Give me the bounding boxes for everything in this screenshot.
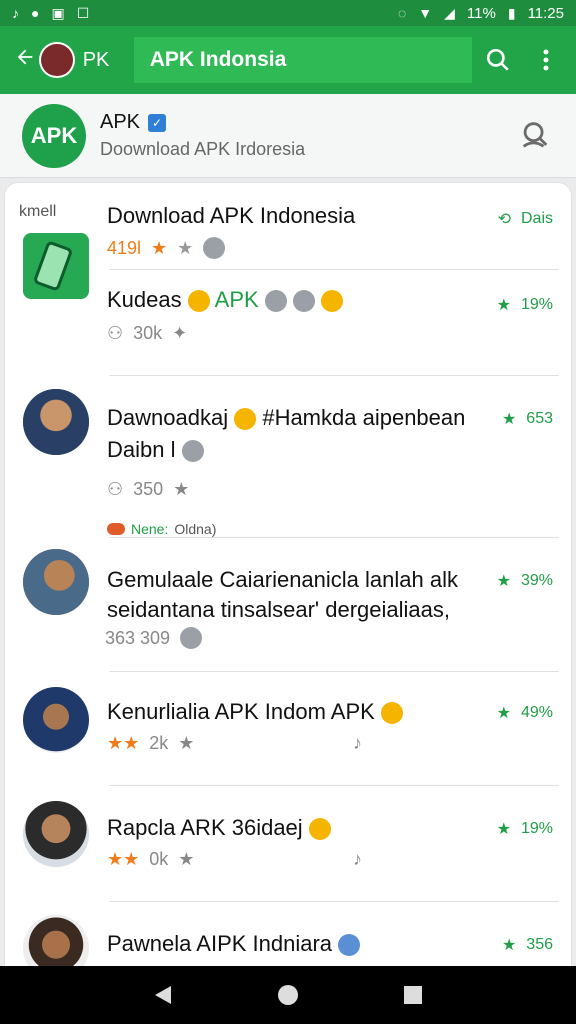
- avatar[interactable]: [23, 549, 89, 615]
- star-icon: ★: [178, 733, 195, 753]
- channel-title: APK: [100, 111, 141, 133]
- emoji-icon: [187, 290, 210, 313]
- group-icon: ⚇: [107, 479, 124, 499]
- star-icon: ★: [177, 237, 194, 258]
- app-thumbnail[interactable]: [23, 233, 89, 299]
- group-icon: ⚇: [107, 323, 124, 343]
- system-nav-bar: [0, 966, 576, 1024]
- search-person-icon[interactable]: [518, 118, 552, 157]
- recents-icon[interactable]: [393, 975, 433, 1015]
- share-icon[interactable]: ♪: [353, 733, 362, 754]
- list-item-stat: ★ 653: [501, 410, 553, 428]
- star-icon: ★: [173, 479, 190, 499]
- list-item-meta: ★★ 0k ★: [107, 849, 195, 869]
- list-item-stat: ★ 39%: [496, 572, 553, 590]
- list-item-stat: ★ 49%: [496, 704, 553, 722]
- save-icon: ⟲: [497, 211, 511, 228]
- star-icon: ★: [151, 237, 168, 258]
- list-item-title[interactable]: Rapcla ARK 36idaej: [107, 815, 331, 841]
- list-item-meta: 363 309: [105, 627, 203, 649]
- avatar[interactable]: [23, 915, 89, 971]
- notification-icon: ●: [31, 5, 40, 21]
- divider: [109, 785, 559, 786]
- rating-value: 419l: [107, 237, 142, 258]
- wifi-icon: ▼: [418, 5, 433, 21]
- results-list: kmell Download APK Indonesia 419l ★ ★ ⟲ …: [4, 182, 572, 972]
- search-icon[interactable]: [478, 39, 519, 81]
- rating-stars: ★★: [107, 849, 140, 869]
- app-short-title: PK: [82, 48, 110, 71]
- emoji-icon: [203, 237, 226, 259]
- avatar[interactable]: [23, 687, 89, 753]
- avatar[interactable]: [23, 389, 89, 455]
- divider: [109, 901, 559, 902]
- channel-header: APK APK ✓ Doownload APK Irdoresia: [0, 94, 576, 178]
- notification-icon: ☐: [76, 5, 90, 21]
- list-item-title[interactable]: Dawnoadkaj #Hamkda aipenbean: [107, 405, 465, 431]
- globe-icon: [180, 627, 203, 649]
- heart-icon: [107, 523, 125, 535]
- emoji-icon: [308, 818, 331, 841]
- battery-percentage: 11%: [466, 4, 496, 22]
- list-item-stat: ★ 19%: [496, 820, 553, 838]
- list-item-stat: ⟲ Dais: [497, 210, 553, 228]
- list-item-title[interactable]: Kenurlialia APK Indom APK: [107, 699, 403, 725]
- profile-avatar[interactable]: [39, 42, 75, 78]
- star-icon: ★: [501, 411, 517, 428]
- app-bar: PK APK Indonsia: [0, 26, 576, 94]
- emoji-icon: [321, 290, 344, 313]
- notification-icon: ▣: [51, 5, 65, 21]
- list-item-title-line2: Daibn l: [107, 437, 204, 463]
- search-field[interactable]: APK Indonsia: [133, 37, 472, 83]
- list-item-title-line2: seidantana tinsalsear' dergeialiaas,: [107, 597, 450, 622]
- status-bar: ♪ ● ▣ ☐ ◌ ▼ ◢ 11% ▮ 11:25: [0, 0, 576, 26]
- list-item-meta: ⚇ 30k ✦: [107, 323, 188, 343]
- divider: [109, 537, 559, 538]
- status-badge: Nene: Oldna): [107, 521, 216, 537]
- channel-subtitle: Doownload APK Irdoresia: [100, 139, 306, 159]
- list-item-meta: ★★ 2k ★: [107, 733, 195, 753]
- star-icon: ★: [496, 297, 511, 314]
- search-text: APK Indonsia: [149, 48, 287, 71]
- star-icon: ★: [496, 573, 511, 590]
- battery-icon: ▮: [507, 5, 516, 21]
- list-item-title[interactable]: Kudeas APK: [107, 287, 344, 313]
- list-item-stat: ★ 356: [501, 936, 553, 954]
- list-item-meta: ⚇ 350 ★: [107, 479, 190, 499]
- list-item-title[interactable]: Download APK Indonesia: [107, 203, 355, 229]
- pin-icon: ✦: [172, 323, 188, 343]
- divider: [109, 269, 559, 270]
- list-item-meta: 419l ★ ★: [107, 237, 226, 259]
- star-icon: ★: [178, 849, 195, 869]
- avatar-icon: [292, 290, 315, 313]
- emoji-icon: [338, 934, 361, 957]
- notification-icon: ♪: [12, 5, 19, 21]
- avatar[interactable]: [23, 801, 89, 867]
- divider: [109, 671, 559, 672]
- home-icon[interactable]: [268, 975, 308, 1015]
- clock: 11:25: [527, 4, 564, 22]
- star-icon: ★: [496, 821, 511, 838]
- emoji-icon: [234, 408, 257, 431]
- list-item-stat: ★ 19%: [496, 296, 553, 314]
- globe-icon: [181, 440, 204, 463]
- vpn-icon: ◌: [397, 5, 407, 21]
- signal-icon: ◢: [444, 5, 455, 21]
- list-item-title[interactable]: Pawnela AIPK Indniara: [107, 931, 361, 957]
- row-label: kmell: [19, 203, 57, 220]
- star-icon: ★: [496, 705, 511, 722]
- share-icon[interactable]: ♪: [353, 849, 362, 870]
- list-item-title[interactable]: Gemulaale Caiarienanicla lanlah alk: [107, 567, 458, 593]
- back-icon[interactable]: [143, 975, 183, 1015]
- star-icon: ★: [501, 937, 517, 954]
- rating-stars: ★★: [107, 733, 140, 753]
- divider: [109, 375, 559, 376]
- apk-logo: APK: [22, 103, 86, 168]
- verified-badge-icon: ✓: [148, 113, 167, 132]
- emoji-icon: [380, 702, 403, 725]
- avatar-icon: [264, 290, 287, 313]
- more-options-icon[interactable]: [525, 39, 566, 81]
- back-arrow-icon[interactable]: [14, 46, 37, 74]
